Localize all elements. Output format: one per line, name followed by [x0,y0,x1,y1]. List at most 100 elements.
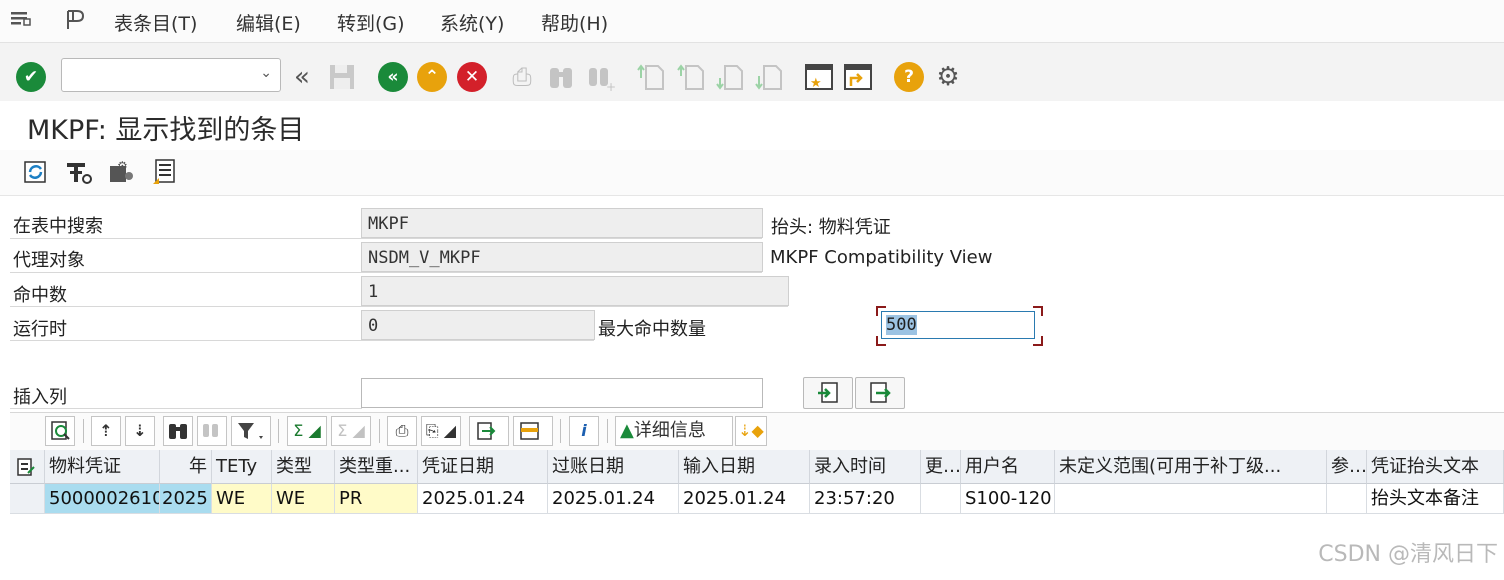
toolbar-separator [83,419,84,443]
column-header[interactable]: 更... [921,450,961,484]
row-divider [10,340,594,341]
selection-criteria-icon[interactable] [65,158,93,186]
sum-button[interactable]: Σ ◢ [287,416,327,446]
hit-count-field: 1 [361,276,789,306]
menu-goto[interactable]: 转到(G) [337,9,405,36]
table-cell[interactable]: 2025.01.24 [679,484,810,514]
max-hits-label: 最大命中数量 [598,319,706,340]
table-cell[interactable]: 5000002610 [45,484,160,514]
table-cell[interactable]: 2025.01.24 [548,484,679,514]
print-icon[interactable]: ⎙ [387,416,417,446]
table-cell[interactable]: 2025 [160,484,212,514]
column-header[interactable]: 未定义范围(可用于补丁级... [1055,450,1327,484]
subtotals-icon: Σ ◢ [331,416,371,446]
row-selector[interactable] [10,484,45,514]
sort-descending-icon[interactable]: ⇣ [125,416,155,446]
menu-table-entry[interactable]: 表条目(T) [114,9,197,36]
menu-system[interactable]: 系统(Y) [440,9,504,36]
menu-bar: 表条目(T) 编辑(E) 转到(G) 系统(Y) 帮助(H) [0,0,1504,43]
find-next-icon: + [586,62,616,94]
column-header[interactable]: 物料凭证 [45,450,160,484]
filter-icon[interactable] [231,416,271,446]
table-cell[interactable]: 23:57:20 [810,484,921,514]
table-cell[interactable]: PR [335,484,418,514]
table-cell[interactable]: WE [212,484,272,514]
row-divider [10,408,362,409]
column-header[interactable]: 参... [1327,450,1367,484]
exit-icon[interactable]: ⌃ [417,62,447,92]
abc-analysis-icon[interactable]: ⇣◆ [735,416,767,446]
runtime-label: 运行时 [13,319,67,340]
command-field[interactable]: ⌄ [61,58,281,92]
column-header[interactable]: 输入日期 [679,450,810,484]
cancel-icon[interactable]: ✕ [457,62,487,92]
column-header[interactable]: 用户名 [961,450,1055,484]
max-hits-value: 500 [886,315,917,335]
proxy-object-field: NSDM_V_MKPF [361,242,763,272]
export-icon[interactable] [469,416,509,446]
table-cell[interactable]: WE [272,484,335,514]
back-double-chevron-icon[interactable]: « [287,62,317,92]
information-icon[interactable]: i [569,416,599,446]
table-cell[interactable] [921,484,961,514]
column-header[interactable]: 类型 [272,450,335,484]
toolbar-separator [560,419,561,443]
shortcut-icon[interactable] [843,62,873,92]
column-header[interactable]: 类型重... [335,450,418,484]
new-session-icon[interactable]: ★ [804,62,834,92]
runtime-field: 0 [361,310,595,340]
alv-toolbar: ⇡ ⇣ Σ ◢ Σ ◢ ⎙ ⎘ ◢ i ▲详细信息 ⇣◆ [10,412,1504,451]
refresh-icon[interactable] [22,158,50,186]
layout-icon[interactable] [513,416,553,446]
search-in-table-label: 在表中搜索 [13,216,103,237]
column-header[interactable]: TETy [212,450,272,484]
save-icon [327,62,357,92]
table-cell[interactable] [1327,484,1367,514]
help-icon[interactable]: ? [894,62,924,92]
column-header[interactable]: 录入时间 [810,450,921,484]
enter-check-icon[interactable]: ✔ [16,62,46,92]
menu-toggle-icon[interactable] [10,10,32,28]
details-icon[interactable] [45,416,75,446]
chevron-down-icon[interactable]: ⌄ [260,65,272,81]
menu-edit[interactable]: 编辑(E) [236,9,301,36]
table-cell[interactable]: S100-120 [961,484,1055,514]
table-cell[interactable] [1055,484,1327,514]
svg-text:⚙: ⚙ [117,159,128,173]
results-grid: 物料凭证 年 TETy 类型 类型重... 凭证日期 过账日期 输入日期 录入时… [10,450,1504,514]
search-in-table-description: 抬头: 物料凭证 [771,217,891,238]
insert-column-next-button[interactable] [855,377,905,409]
back-icon[interactable]: « [378,62,408,92]
table-cell[interactable]: 抬头文本备注 [1367,484,1504,514]
menu-help[interactable]: 帮助(H) [541,9,608,36]
find-icon[interactable] [163,416,193,446]
select-all-icon[interactable] [10,450,45,484]
application-toolbar: ⚙ [0,150,1504,196]
svg-text:★: ★ [810,76,822,91]
column-header[interactable]: 凭证日期 [418,450,548,484]
sap-logo-icon[interactable] [64,8,90,32]
last-page-icon [755,62,785,92]
previous-page-icon [677,62,707,92]
table-cell[interactable]: 2025.01.24 [418,484,548,514]
info-icon: i [581,421,587,440]
sort-ascending-icon[interactable]: ⇡ [91,416,121,446]
column-header[interactable]: 凭证抬头文本 [1367,450,1504,484]
column-header[interactable]: 过账日期 [548,450,679,484]
graphic-icon: ▲ [620,420,634,441]
page-title: MKPF: 显示找到的条目 [27,115,305,146]
technical-settings-icon[interactable]: ⚙ [107,158,135,186]
insert-column-input[interactable] [361,378,763,408]
print-preview-icon[interactable]: ⎘ ◢ [421,416,461,446]
gear-icon[interactable]: ⚙ [933,62,963,92]
column-header[interactable]: 年 [160,450,212,484]
insert-column-button[interactable] [803,377,853,409]
max-hits-input[interactable]: 500 [881,311,1035,339]
search-in-table-field: MKPF [361,208,763,238]
proxy-object-label: 代理对象 [13,250,85,271]
document-list-icon[interactable] [151,158,179,186]
toolbar-separator [607,419,608,443]
print-icon: ⎙ [512,63,532,91]
details-button[interactable]: ▲详细信息 [615,416,733,446]
watermark: CSDN @清风日下 [1318,542,1498,567]
